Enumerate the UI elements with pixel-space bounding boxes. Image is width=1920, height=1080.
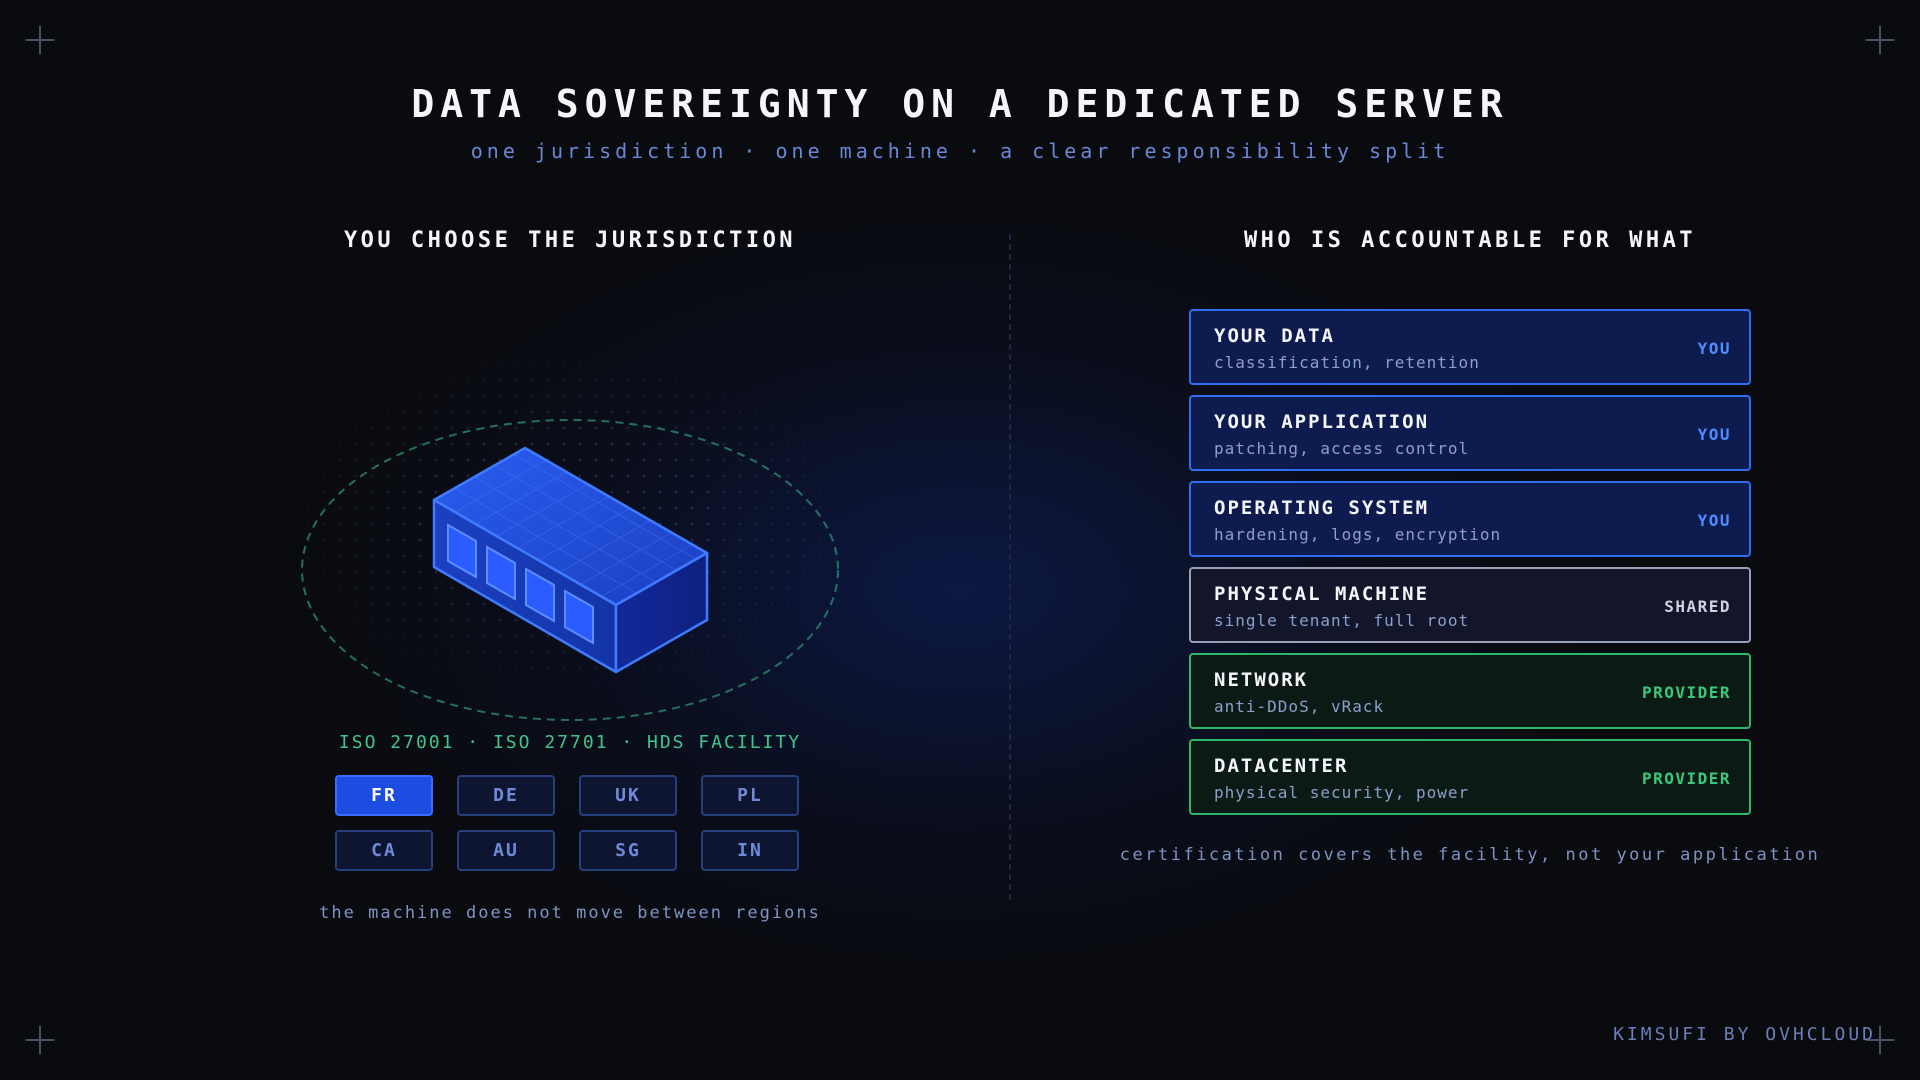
certification-line: ISO 27001 · ISO 27701 · HDS FACILITY <box>338 732 802 753</box>
region-button-fr[interactable]: FR <box>335 775 433 816</box>
layer-your-application: YOUR APPLICATION patching, access control… <box>1189 395 1751 471</box>
region-note: the machine does not move between region… <box>319 903 821 923</box>
region-button-au[interactable]: AU <box>457 830 555 871</box>
region-button-pl[interactable]: PL <box>701 775 799 816</box>
layer-title: OPERATING SYSTEM <box>1214 497 1430 519</box>
layer-title: DATACENTER <box>1214 755 1349 777</box>
region-button-uk[interactable]: UK <box>579 775 677 816</box>
layer-detail: hardening, logs, encryption <box>1214 525 1502 544</box>
layer-title: NETWORK <box>1214 669 1309 691</box>
server-isometric-icon <box>432 446 709 674</box>
brand-wordmark: KIMSUFI BY OVHCLOUD <box>1613 1024 1876 1045</box>
layer-network: NETWORK anti-DDoS, vRack PROVIDER <box>1189 653 1751 729</box>
layer-title: PHYSICAL MACHINE <box>1214 583 1430 605</box>
owner-badge: YOU <box>1697 511 1731 530</box>
owner-badge: SHARED <box>1664 597 1731 616</box>
owner-badge: YOU <box>1697 339 1731 358</box>
owner-badge: YOU <box>1697 425 1731 444</box>
layer-title: YOUR DATA <box>1214 325 1335 347</box>
layer-detail: single tenant, full root <box>1214 611 1470 630</box>
layer-your-data: YOUR DATA classification, retention YOU <box>1189 309 1751 385</box>
layer-detail: classification, retention <box>1214 353 1480 372</box>
layer-detail: anti-DDoS, vRack <box>1214 697 1385 716</box>
owner-badge: PROVIDER <box>1641 769 1731 788</box>
layer-datacenter: DATACENTER physical security, power PROVID… <box>1189 739 1751 815</box>
certification-note: certification covers the facility, not y… <box>1119 845 1821 865</box>
region-button-ca[interactable]: CA <box>335 830 433 871</box>
layer-physical-machine: PHYSICAL MACHINE single tenant, full root… <box>1189 567 1751 643</box>
owner-badge: PROVIDER <box>1641 683 1731 702</box>
region-selector: FR DE UK PL CA AU SG IN <box>335 775 799 871</box>
layer-title: YOUR APPLICATION <box>1214 411 1430 433</box>
responsibility-stack: YOUR DATA classification, retention YOU YOU… <box>1189 309 1751 825</box>
layer-detail: physical security, power <box>1214 783 1470 802</box>
layer-operating-system: OPERATING SYSTEM hardening, logs, encrypt… <box>1189 481 1751 557</box>
region-button-sg[interactable]: SG <box>579 830 677 871</box>
region-button-de[interactable]: DE <box>457 775 555 816</box>
layer-detail: patching, access control <box>1214 439 1470 458</box>
region-button-in[interactable]: IN <box>701 830 799 871</box>
